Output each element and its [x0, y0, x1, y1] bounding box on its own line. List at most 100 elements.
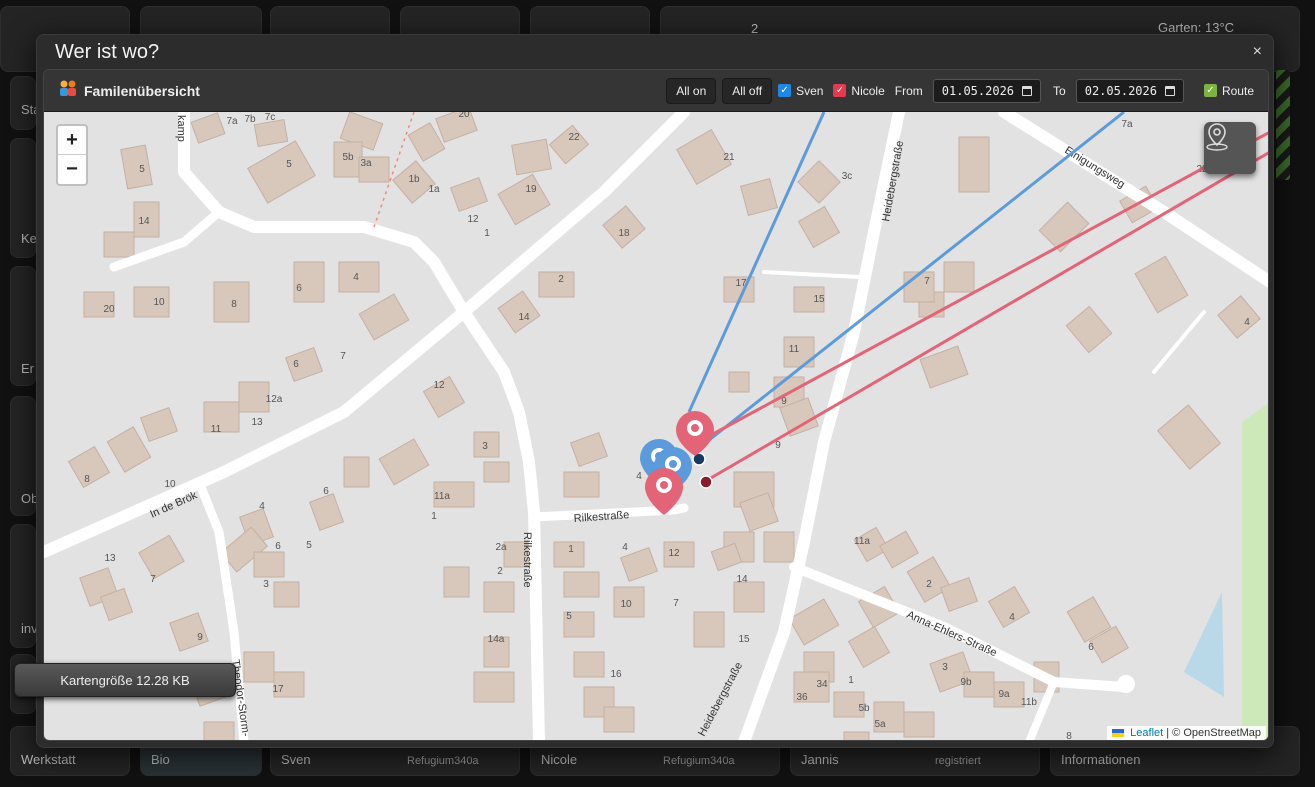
- all-off-button[interactable]: All off: [722, 77, 773, 104]
- zoom-out-button[interactable]: −: [58, 155, 86, 184]
- house-number: 2: [926, 579, 932, 590]
- building: [602, 205, 646, 249]
- street-label-heideberg-bottom: Heidebergstraße: [696, 660, 745, 738]
- side-tile-3[interactable]: Er: [10, 266, 36, 386]
- house-number: 6: [275, 541, 281, 552]
- house-number: 3: [263, 579, 269, 590]
- card-title: Familenübersicht: [84, 82, 200, 99]
- building: [139, 406, 179, 443]
- house-number: 7b: [244, 114, 256, 125]
- all-on-button[interactable]: All on: [666, 77, 717, 104]
- location-pin-button[interactable]: [1204, 122, 1256, 174]
- house-number: 7a: [1121, 119, 1133, 130]
- side-tile-4[interactable]: Ob: [10, 396, 38, 516]
- house-number: 2: [497, 566, 503, 577]
- building: [284, 346, 324, 383]
- house-number: 7a: [226, 116, 238, 127]
- ukraine-flag-icon: [1112, 729, 1125, 738]
- house-number: 4: [1244, 317, 1250, 328]
- house-number: 2a: [495, 542, 507, 553]
- calendar-icon[interactable]: [1022, 85, 1033, 96]
- building: [435, 112, 478, 143]
- building: [378, 438, 430, 486]
- building: [308, 492, 345, 532]
- building: [238, 381, 270, 413]
- house-number: 14: [736, 574, 748, 585]
- to-date-input[interactable]: 02.05.2026: [1075, 78, 1184, 103]
- house-number: 36: [796, 692, 808, 703]
- building: [443, 566, 470, 598]
- building: [797, 205, 841, 249]
- leaflet-link[interactable]: Leaflet: [1130, 727, 1163, 739]
- house-number: 13: [251, 417, 263, 428]
- garden-label: Garten:: [1158, 20, 1202, 35]
- house-number: 4: [622, 542, 628, 553]
- side-tile-2[interactable]: Ke: [10, 138, 37, 258]
- building: [449, 176, 489, 213]
- building: [563, 571, 600, 598]
- from-date-input[interactable]: 01.05.2026: [932, 78, 1042, 103]
- building: [497, 173, 551, 226]
- house-number: 16: [610, 669, 622, 680]
- house-number: 22: [568, 132, 580, 143]
- osm-attribution: | © OpenStreetMap: [1166, 727, 1261, 739]
- building: [138, 534, 185, 580]
- building: [1217, 295, 1261, 339]
- nicole-label: Nicole: [851, 83, 885, 98]
- side-tile-1[interactable]: Sta: [10, 76, 41, 130]
- zoom-in-button[interactable]: +: [58, 126, 86, 155]
- house-number: 6: [296, 283, 302, 294]
- house-number: 11a: [434, 491, 450, 502]
- house-number: 14: [138, 216, 150, 227]
- house-number: 18: [618, 228, 630, 239]
- house-number: 2: [558, 274, 564, 285]
- house-number: 9: [197, 632, 203, 643]
- building: [103, 231, 135, 258]
- house-number: 7: [150, 574, 156, 585]
- tile-jannis-label: Jannis: [801, 752, 839, 767]
- building: [943, 261, 975, 293]
- building: [483, 461, 510, 483]
- building: [343, 456, 370, 488]
- map-view[interactable]: In de Brök Rilkestraße Rilkestraße Heide…: [44, 112, 1269, 741]
- side-tile-5[interactable]: inv: [10, 524, 38, 648]
- from-date-value: 01.05.2026: [941, 83, 1015, 98]
- road-path-2: [1152, 310, 1206, 374]
- house-number: 21: [723, 152, 735, 163]
- house-numbers: 7a 7b 7c55b3a1b1a2022213c514 121 18192010 864…: [84, 112, 1250, 741]
- building: [190, 112, 226, 144]
- house-number: 12: [433, 380, 445, 391]
- close-icon[interactable]: ×: [1253, 43, 1262, 61]
- map-canvas[interactable]: In de Brök Rilkestraße Rilkestraße Heide…: [44, 112, 1269, 741]
- map-size-button[interactable]: Kartengröße 12.28 KB: [14, 663, 236, 697]
- building: [843, 731, 870, 740]
- route-checkbox[interactable]: ✓: [1203, 84, 1217, 97]
- building: [247, 140, 316, 204]
- building: [847, 625, 891, 669]
- building: [538, 271, 575, 298]
- house-number: 12: [668, 548, 680, 559]
- zoom-control: + −: [56, 124, 88, 186]
- tile-sven-location: Refugium340a: [407, 755, 479, 767]
- street-label-kamp: kamp: [175, 115, 187, 142]
- building: [728, 371, 750, 393]
- where-is-who-dialog: Wer ist wo? × Familenübersicht All on Al…: [36, 34, 1274, 748]
- house-number: 8: [1066, 731, 1072, 741]
- nicole-checkbox[interactable]: ✓: [833, 84, 847, 97]
- sven-label: Sven: [796, 83, 824, 98]
- sven-checkbox[interactable]: ✓: [778, 84, 792, 97]
- house-number: 1: [848, 675, 854, 686]
- family-icon: [58, 79, 78, 102]
- tile-sven-label: Sven: [281, 752, 311, 767]
- hazard-stripes: [1276, 70, 1290, 180]
- house-number: 11: [211, 424, 222, 435]
- tile-nicole-location: Refugium340a: [663, 755, 735, 767]
- building: [569, 431, 609, 468]
- calendar-icon[interactable]: [1164, 85, 1175, 96]
- route-label: Route: [1221, 83, 1254, 98]
- building: [693, 611, 725, 648]
- house-number: 12a: [266, 394, 283, 405]
- house-number: 5b: [342, 152, 354, 163]
- from-label: From: [894, 83, 923, 98]
- garden-temperature: Garten: 13°C: [1158, 20, 1234, 35]
